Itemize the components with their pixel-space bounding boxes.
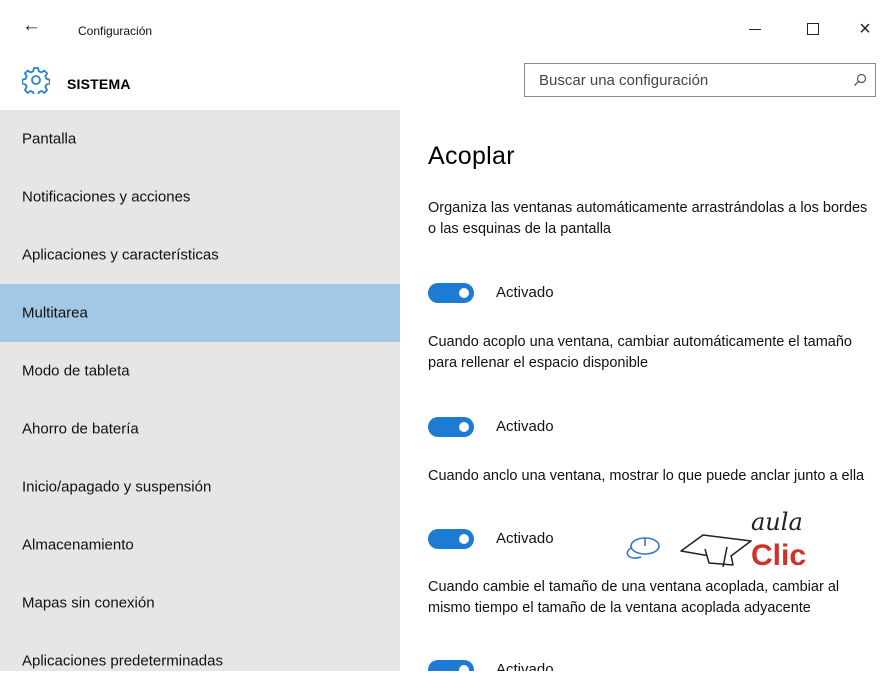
back-button[interactable]: ← bbox=[22, 15, 48, 41]
toggle-switch[interactable] bbox=[428, 417, 474, 437]
sidebar-item-pantalla[interactable]: Pantalla bbox=[0, 110, 400, 168]
option-description: Organiza las ventanas automáticamente ar… bbox=[428, 200, 868, 237]
toggle-knob bbox=[459, 288, 469, 298]
toggle-state-label: Activado bbox=[496, 661, 554, 671]
sidebar-item-label: Multitarea bbox=[22, 304, 88, 322]
toggle-knob bbox=[459, 422, 469, 432]
back-arrow-icon: ← bbox=[22, 15, 41, 36]
sidebar-item-label: Aplicaciones predeterminadas bbox=[22, 652, 223, 670]
maximize-icon bbox=[807, 23, 819, 35]
search-input[interactable] bbox=[539, 64, 839, 96]
section-title: SISTEMA bbox=[67, 76, 131, 92]
sidebar: Pantalla Notificaciones y acciones Aplic… bbox=[0, 110, 400, 671]
close-button[interactable]: × bbox=[845, 12, 885, 42]
sidebar-item-aplicaciones[interactable]: Aplicaciones y características bbox=[0, 226, 400, 284]
sidebar-item-label: Notificaciones y acciones bbox=[22, 188, 191, 206]
sidebar-item-notificaciones[interactable]: Notificaciones y acciones bbox=[0, 168, 400, 226]
logo-text-clic: Clic bbox=[751, 539, 806, 572]
search-icon[interactable] bbox=[853, 73, 867, 87]
toggle-state-label: Activado bbox=[496, 530, 554, 547]
sidebar-item-label: Modo de tableta bbox=[22, 362, 130, 380]
sidebar-item-label: Pantalla bbox=[22, 130, 77, 148]
toggle-switch[interactable] bbox=[428, 529, 474, 549]
sidebar-item-label: Ahorro de batería bbox=[22, 420, 139, 438]
page-title: Acoplar bbox=[428, 142, 515, 170]
sidebar-item-almacenamiento[interactable]: Almacenamiento bbox=[0, 516, 400, 574]
sidebar-item-label: Almacenamiento bbox=[22, 536, 134, 554]
sidebar-item-label: Inicio/apagado y suspensión bbox=[22, 478, 212, 496]
title-bar: ← Configuración × bbox=[0, 0, 885, 52]
minimize-icon bbox=[749, 29, 761, 30]
page-header: SISTEMA bbox=[0, 52, 885, 110]
sidebar-item-label: Mapas sin conexión bbox=[22, 594, 155, 612]
logo-text-aula: aula bbox=[751, 508, 803, 536]
sidebar-item-ahorro-bateria[interactable]: Ahorro de batería bbox=[0, 400, 400, 458]
sidebar-item-multitarea[interactable]: Multitarea bbox=[0, 284, 400, 342]
search-box[interactable] bbox=[524, 63, 876, 97]
toggle-knob bbox=[459, 665, 469, 671]
option-description: Cuando cambie el tamaño de una ventana a… bbox=[428, 579, 840, 616]
minimize-button[interactable] bbox=[735, 12, 775, 42]
toggle-state-label: Activado bbox=[496, 284, 554, 301]
sidebar-item-mapas[interactable]: Mapas sin conexión bbox=[0, 574, 400, 632]
toggle-switch[interactable] bbox=[428, 283, 474, 303]
option-description: Cuando anclo una ventana, mostrar lo que… bbox=[428, 468, 865, 484]
close-icon: × bbox=[859, 18, 871, 40]
toggle-switch[interactable] bbox=[428, 660, 474, 671]
sidebar-item-label: Aplicaciones y características bbox=[22, 246, 219, 264]
maximize-button[interactable] bbox=[793, 12, 833, 42]
aulaclic-logo: aula Clic bbox=[626, 508, 806, 572]
sidebar-item-inicio-apagado[interactable]: Inicio/apagado y suspensión bbox=[0, 458, 400, 516]
toggle-knob bbox=[459, 534, 469, 544]
main-content: Acoplar Organiza las ventanas automática… bbox=[400, 110, 885, 671]
option-description: Cuando acoplo una ventana, cambiar autom… bbox=[428, 334, 852, 371]
toggle-state-label: Activado bbox=[496, 418, 554, 435]
window-title: Configuración bbox=[78, 24, 153, 38]
sidebar-item-aplicaciones-predeterminadas[interactable]: Aplicaciones predeterminadas bbox=[0, 632, 400, 690]
gear-icon bbox=[22, 67, 50, 94]
sidebar-item-modo-tableta[interactable]: Modo de tableta bbox=[0, 342, 400, 400]
